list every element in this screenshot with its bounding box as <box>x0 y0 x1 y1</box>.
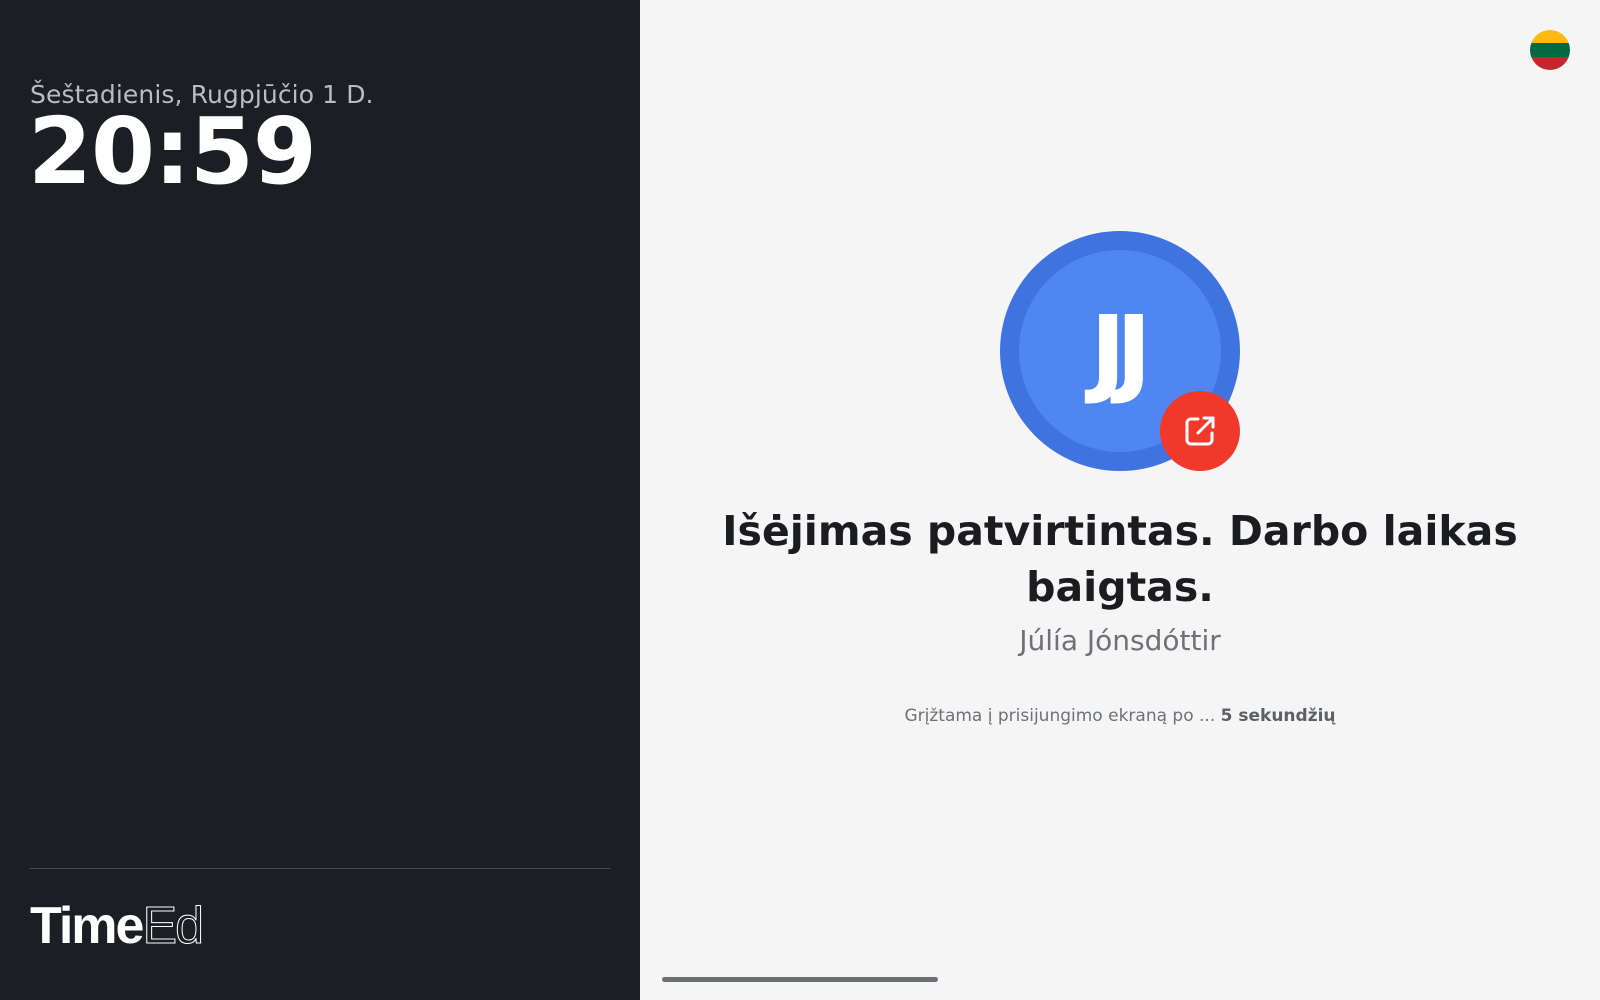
avatar-initials: JJ <box>1090 295 1152 407</box>
employee-name: Júlía Jónsdóttir <box>1019 624 1221 657</box>
divider <box>30 868 610 869</box>
clock-panel: Šeštadienis, Rugpjūčio 1 D. 20:59 TimeEd <box>0 0 640 1000</box>
flag-stripe-green <box>1530 43 1570 57</box>
timeclock-app: Šeštadienis, Rugpjūčio 1 D. 20:59 TimeEd… <box>0 0 1600 1000</box>
flag-stripe-yellow <box>1530 30 1570 44</box>
lithuania-flag-icon[interactable] <box>1530 30 1570 70</box>
logo-text-bold: Time <box>30 897 144 955</box>
flag-stripe-red <box>1530 56 1570 70</box>
redirect-text: Grįžtama į prisijungimo ekraną po ... <box>904 706 1216 726</box>
time-label: 20:59 <box>28 98 317 205</box>
timeed-logo: TimeEd <box>30 897 205 955</box>
confirmation-headline: Išėjimas patvirtintas. Darbo laikas baig… <box>722 507 1518 611</box>
exit-arrow-icon <box>1160 391 1240 471</box>
user-avatar-group: JJ <box>1000 231 1240 471</box>
redirect-notice: Grįžtama į prisijungimo ekraną po ... 5 … <box>640 706 1600 726</box>
logo-text-light: Ed <box>142 897 205 955</box>
status-panel: JJ Išėjimas patvirtintas. Darbo laikas b… <box>640 0 1600 1000</box>
home-indicator-bar[interactable] <box>662 977 938 982</box>
redirect-countdown: 5 sekundžių <box>1220 706 1336 726</box>
